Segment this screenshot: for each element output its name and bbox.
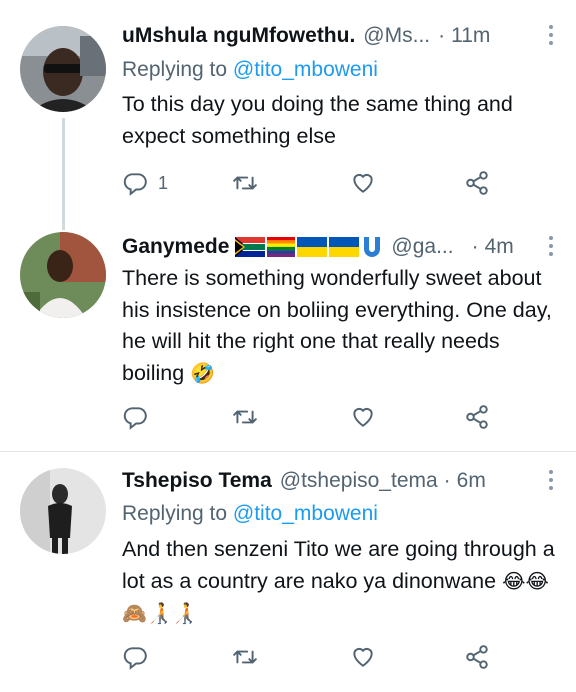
share-button[interactable]	[464, 166, 490, 200]
share-button[interactable]	[464, 400, 490, 434]
tweet-text: To this day you doing the same thing and…	[122, 92, 513, 148]
tweet-text-content: There is something wonderfully sweet abo…	[122, 266, 552, 385]
replying-to-label: Replying to	[122, 58, 228, 81]
reply-button[interactable]	[122, 640, 148, 674]
mention-link[interactable]: @tito_mboweni	[233, 58, 378, 81]
share-icon	[466, 645, 488, 669]
avatar[interactable]	[20, 468, 106, 554]
separator-dot: ·	[438, 24, 446, 47]
reply-icon	[123, 647, 147, 670]
tweet-1[interactable]: uMshula nguMfowethu. @Ms... · 11m Replyi…	[0, 0, 576, 230]
tweet-3[interactable]: Tshepiso Tema @tshepiso_tema · 6m Replyi…	[0, 452, 576, 692]
tweet-header: Tshepiso Tema @tshepiso_tema · 6m	[122, 464, 556, 498]
like-button[interactable]	[350, 640, 376, 674]
retweet-button[interactable]	[232, 400, 258, 434]
avatar[interactable]	[20, 232, 106, 318]
timestamp[interactable]: 6m	[457, 469, 486, 493]
more-options-icon[interactable]	[546, 470, 556, 490]
share-icon	[466, 405, 488, 429]
ukraine-flag-icon	[297, 237, 328, 257]
tweet-text-emoji: 🤣	[190, 362, 216, 385]
tweet-text: And then senzeni Tito we are going throu…	[122, 534, 558, 631]
replying-to: Replying to @tito_mboweni	[122, 58, 378, 82]
mention-link[interactable]: @tito_mboweni	[233, 502, 378, 525]
more-options-icon[interactable]	[546, 25, 556, 45]
tweet-text-content: And then senzeni Tito we are going throu…	[122, 537, 555, 593]
tweet-2[interactable]: Ganymede @ga... · 4m There is something …	[0, 216, 576, 449]
reply-icon	[123, 173, 147, 196]
heart-icon	[353, 173, 373, 193]
action-bar	[122, 400, 542, 434]
reply-count: 1	[158, 172, 169, 193]
retweet-icon	[233, 410, 257, 424]
retweet-icon	[233, 650, 257, 664]
heart-icon	[353, 407, 373, 427]
separator-dot: ·	[443, 469, 451, 492]
tweet-text: There is something wonderfully sweet abo…	[122, 263, 558, 390]
user-handle[interactable]: @Ms...	[363, 24, 430, 48]
heart-icon	[353, 647, 373, 667]
separator-dot: ·	[471, 235, 479, 258]
timestamp[interactable]: 11m	[451, 24, 490, 48]
user-handle[interactable]: @ga...	[391, 235, 453, 259]
avatar[interactable]	[20, 26, 106, 112]
action-bar	[122, 640, 542, 674]
timestamp[interactable]: 4m	[485, 235, 514, 259]
user-handle[interactable]: @tshepiso_tema	[280, 469, 438, 493]
tweet-header: uMshula nguMfowethu. @Ms... · 11m	[122, 19, 556, 53]
retweet-button[interactable]	[232, 166, 258, 200]
display-name[interactable]: uMshula nguMfowethu.	[122, 24, 355, 48]
reply-icon	[123, 407, 147, 430]
like-button[interactable]	[350, 400, 376, 434]
letter-u-badge-icon	[364, 237, 381, 257]
retweet-icon	[233, 176, 257, 190]
reply-button[interactable]	[122, 400, 148, 434]
rainbow-flag-icon	[267, 237, 296, 257]
more-options-icon[interactable]	[546, 236, 556, 256]
share-icon	[466, 171, 488, 195]
action-bar: 1	[122, 166, 542, 200]
south-africa-flag-icon	[235, 237, 266, 257]
thread-line	[62, 118, 65, 230]
display-name[interactable]: Ganymede	[122, 235, 229, 259]
like-button[interactable]	[350, 166, 376, 200]
replying-to: Replying to @tito_mboweni	[122, 502, 378, 526]
ukraine-flag-icon	[329, 237, 360, 257]
share-button[interactable]	[464, 640, 490, 674]
replying-to-label: Replying to	[122, 502, 228, 525]
display-name[interactable]: Tshepiso Tema	[122, 469, 272, 493]
retweet-button[interactable]	[232, 640, 258, 674]
reply-button[interactable]: 1	[122, 166, 168, 200]
tweet-header: Ganymede @ga... · 4m	[122, 230, 556, 264]
